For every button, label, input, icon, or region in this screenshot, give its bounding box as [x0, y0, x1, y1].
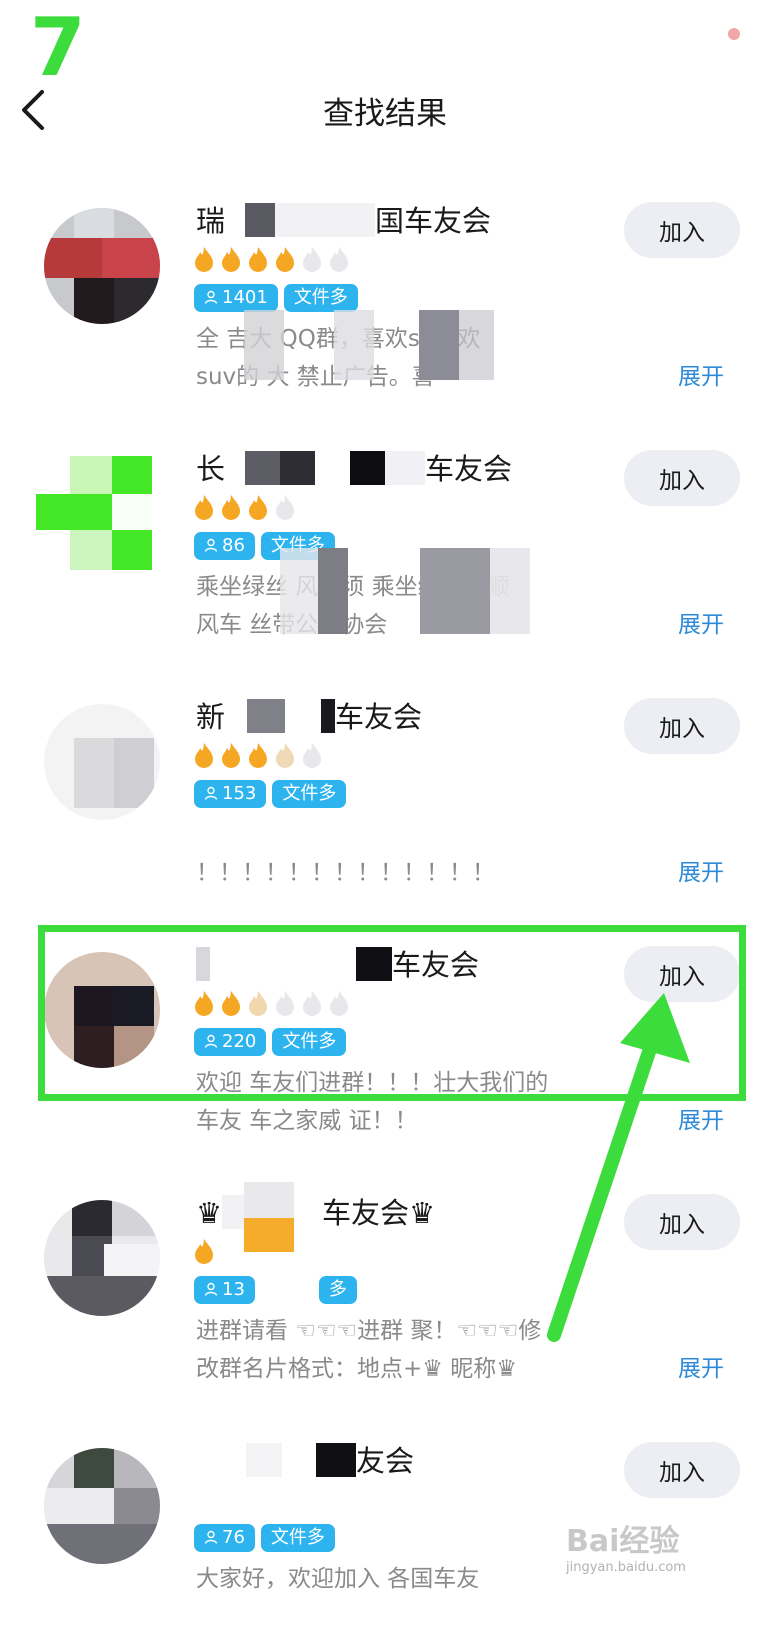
group-list-item[interactable]: 瑞国车友会 1401文件多 全 吉大 QQ群，喜欢s3喜欢 suv的 大 禁止广… — [0, 160, 770, 410]
join-button[interactable]: 加入 — [624, 202, 740, 258]
redacted-mosaic — [225, 203, 376, 237]
group-avatar[interactable] — [44, 1448, 160, 1564]
group-name-prefix: ♛ — [196, 1196, 222, 1230]
files-badge: 文件多 — [260, 1524, 335, 1552]
group-name-prefix: 瑞 — [196, 204, 226, 238]
member-count: 13 — [222, 1279, 245, 1300]
flame-empty-icon — [330, 247, 348, 272]
group-name-prefix: 新 — [196, 700, 226, 734]
flame-icon — [276, 247, 294, 272]
member-count-badge: 86 — [194, 532, 255, 560]
activity-flames — [192, 246, 354, 272]
member-count: 76 — [222, 1527, 245, 1548]
group-avatar[interactable] — [36, 456, 152, 572]
redacted-mosaic — [260, 1276, 319, 1304]
person-icon — [204, 538, 218, 552]
group-name-prefix: 长 — [196, 452, 226, 486]
flame-icon — [249, 743, 267, 768]
person-icon — [204, 1530, 218, 1544]
annotation-arrow-icon — [547, 993, 690, 1342]
watermark-logo: Bai经验 jingyan.baidu.com — [566, 1516, 686, 1575]
member-count-badge: 13 — [194, 1276, 255, 1304]
redacted-mosaic — [225, 699, 336, 733]
flame-icon — [222, 495, 240, 520]
expand-link[interactable]: 展开 — [678, 358, 724, 396]
flame-icon — [195, 743, 213, 768]
group-list-item[interactable]: 新 车友会 153 文件多 ！！！！！！！！！！！！！ 展开 加入 — [0, 656, 770, 906]
join-button[interactable]: 加入 — [624, 450, 740, 506]
flame-empty-icon — [276, 495, 294, 520]
group-name[interactable]: 瑞 国车友会 — [196, 198, 491, 240]
page-title: 查找结果 — [323, 96, 447, 132]
redacted-mosaic — [244, 310, 494, 380]
person-icon — [204, 786, 218, 800]
member-count-badge: 1401 — [194, 284, 278, 312]
redacted-mosaic — [280, 548, 530, 634]
redacted-mosaic — [225, 451, 426, 485]
flame-icon — [195, 247, 213, 272]
redacted-mosaic — [196, 1443, 356, 1477]
group-name[interactable]: ♛ 车友会♛ — [196, 1190, 435, 1232]
activity-flames — [192, 494, 300, 520]
join-button[interactable]: 加入 — [624, 698, 740, 754]
group-description: ！！！！！！！！！！！！！ — [196, 816, 686, 892]
flame-icon — [249, 247, 267, 272]
person-icon — [204, 1282, 218, 1296]
flame-icon — [195, 1239, 213, 1264]
redacted-mosaic — [244, 1182, 294, 1264]
member-count: 1401 — [222, 287, 268, 308]
group-name[interactable]: 友会 — [196, 1438, 414, 1480]
flame-icon — [222, 247, 240, 272]
person-icon — [204, 290, 218, 304]
group-list-item[interactable]: 长车友会 86文件多 乘坐绿丝 风车须 乘坐绿丝带顺 风车 丝带公益协会 展开 … — [0, 408, 770, 658]
description-line: ！！！！！！！！！！！！！ — [196, 860, 495, 886]
group-avatar[interactable] — [44, 208, 160, 324]
group-tags: 1401 文件多 — [194, 284, 364, 312]
group-tags: 153 文件多 — [194, 780, 352, 808]
group-tags: 76 文件多 — [194, 1524, 341, 1552]
group-name-suffix: 车友会 — [335, 700, 423, 734]
member-count-badge: 76 — [194, 1524, 255, 1552]
status-indicator — [728, 28, 740, 40]
group-name[interactable]: 长 车友会 — [196, 446, 512, 488]
flame-empty-icon — [303, 743, 321, 768]
files-badge: 多 — [318, 1276, 357, 1304]
watermark-url: jingyan.baidu.com — [566, 1560, 686, 1575]
group-name-suffix: 国车友会 — [375, 204, 492, 238]
step-number-badge: 7 — [30, 1, 86, 94]
description-line: 改群名片格式：地点+♛ 昵称♛ — [196, 1356, 517, 1382]
group-name-suffix: 友会 — [356, 1444, 415, 1478]
member-count-badge: 153 — [194, 780, 267, 808]
watermark-text: Bai经验 — [566, 1524, 680, 1559]
group-name-suffix: 车友会 — [425, 452, 513, 486]
flame-icon — [249, 495, 267, 520]
group-name-suffix: 车友会♛ — [322, 1196, 435, 1230]
flame-icon — [222, 743, 240, 768]
expand-link[interactable]: 展开 — [678, 1350, 724, 1388]
expand-link[interactable]: 展开 — [678, 854, 724, 892]
activity-flames — [192, 1238, 219, 1264]
group-tags: 13 多 — [194, 1276, 363, 1304]
files-badge: 文件多 — [272, 780, 347, 808]
group-avatar[interactable] — [44, 1200, 160, 1316]
description-line — [196, 816, 686, 854]
member-count: 86 — [222, 535, 245, 556]
group-avatar[interactable] — [44, 704, 160, 820]
flame-icon — [195, 495, 213, 520]
files-badge: 文件多 — [283, 284, 358, 312]
member-count: 153 — [222, 783, 257, 804]
flame-empty-icon — [276, 743, 294, 768]
flame-empty-icon — [303, 247, 321, 272]
expand-link[interactable]: 展开 — [678, 606, 724, 644]
group-name[interactable]: 新 车友会 — [196, 694, 422, 736]
join-button[interactable]: 加入 — [624, 1442, 740, 1498]
activity-flames — [192, 742, 327, 768]
